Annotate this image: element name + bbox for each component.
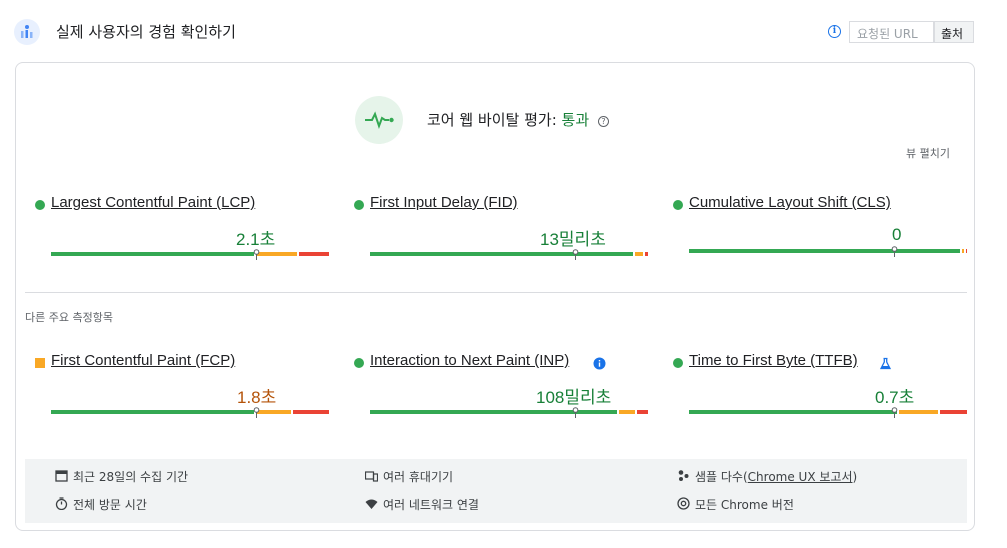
page-title: 실제 사용자의 경험 확인하기 xyxy=(56,23,236,41)
needs-improvement-segment xyxy=(962,249,964,253)
assessment-label: 코어 웹 바이탈 평가: xyxy=(427,111,557,129)
metric-ttfb: Time to First Byte (TTFB) 0.7초 xyxy=(673,352,967,418)
p75-marker xyxy=(572,403,579,418)
metric-name-link[interactable]: Time to First Byte (TTFB) xyxy=(689,352,858,369)
good-segment xyxy=(370,252,634,256)
good-segment xyxy=(51,252,254,256)
poor-segment xyxy=(298,252,329,256)
distribution-bar xyxy=(51,407,329,418)
distribution-bar xyxy=(689,407,967,418)
metric-inp: Interaction to Next Paint (INP) 108밀리초 xyxy=(354,352,648,418)
collection-info: 최근 28일의 수집 기간 여러 휴대기기 샘플 다수(Chrome UX 보고… xyxy=(25,459,967,523)
wifi-icon xyxy=(365,497,378,510)
status-dot xyxy=(35,200,45,210)
needs-improvement-segment xyxy=(255,252,297,256)
section-divider xyxy=(25,292,967,293)
metric-name-link[interactable]: First Input Delay (FID) xyxy=(370,194,518,211)
metric-name-link[interactable]: First Contentful Paint (FCP) xyxy=(51,352,235,369)
metric-name-link[interactable]: Cumulative Layout Shift (CLS) xyxy=(689,194,891,211)
other-metrics-heading: 다른 주요 측정항목 xyxy=(25,311,113,324)
good-segment xyxy=(689,249,961,253)
help-icon[interactable]: ? xyxy=(597,116,609,127)
metric-name-link[interactable]: Largest Contentful Paint (LCP) xyxy=(51,194,255,211)
pulse-icon xyxy=(355,96,403,144)
tab-requested-url[interactable]: 요청된 URL xyxy=(849,21,934,43)
info-icon[interactable]: i xyxy=(828,25,841,38)
calendar-icon xyxy=(55,469,68,482)
expand-view-button[interactable]: 뷰 펼치기 xyxy=(906,145,950,161)
distribution-bar xyxy=(370,407,648,418)
needs-improvement-segment xyxy=(899,410,938,414)
p75-marker xyxy=(891,403,898,418)
poor-segment xyxy=(645,252,648,256)
status-dot xyxy=(673,358,683,368)
flask-icon[interactable] xyxy=(879,355,892,370)
good-segment xyxy=(689,410,898,414)
chrome-icon xyxy=(677,497,690,510)
report-header: 실제 사용자의 경험 확인하기 i 요청된 URL 출처 xyxy=(0,0,1007,62)
status-square xyxy=(35,358,45,368)
distribution-bar xyxy=(51,249,329,260)
crux-logo-icon xyxy=(14,19,40,45)
distribution-bar xyxy=(689,246,967,257)
metric-name-link[interactable]: Interaction to Next Paint (INP) xyxy=(370,352,569,369)
poor-segment xyxy=(965,249,967,253)
poor-segment xyxy=(939,410,967,414)
good-segment xyxy=(370,410,617,414)
needs-improvement-segment xyxy=(618,410,636,414)
users-icon xyxy=(677,469,690,482)
status-dot xyxy=(673,200,683,210)
cwv-assessment: 코어 웹 바이탈 평가: 통과 ? xyxy=(427,109,609,130)
assessment-result: 통과 xyxy=(561,111,590,129)
distribution-bar xyxy=(370,249,648,260)
metric-fid: First Input Delay (FID) 13밀리초 xyxy=(354,194,648,260)
p75-marker xyxy=(253,403,260,418)
poor-segment xyxy=(293,410,329,414)
needs-improvement-segment xyxy=(255,410,292,414)
status-dot xyxy=(354,358,364,368)
metric-fcp: First Contentful Paint (FCP) 1.8초 xyxy=(35,352,329,418)
needs-improvement-segment xyxy=(635,252,644,256)
crux-report-link[interactable]: Chrome UX 보고서 xyxy=(748,470,853,484)
metric-cls: Cumulative Layout Shift (CLS) 0 xyxy=(673,194,967,257)
poor-segment xyxy=(637,410,648,414)
status-dot xyxy=(354,200,364,210)
field-data-card: 코어 웹 바이탈 평가: 통과 ? 뷰 펼치기 Largest Contentf… xyxy=(15,62,975,531)
metric-lcp: Largest Contentful Paint (LCP) 2.1초 xyxy=(35,194,329,260)
good-segment xyxy=(51,410,254,414)
timer-icon xyxy=(55,497,68,511)
info-icon[interactable] xyxy=(593,355,606,370)
p75-marker xyxy=(253,245,260,260)
p75-marker xyxy=(572,245,579,260)
devices-icon xyxy=(364,469,379,482)
p75-marker xyxy=(891,242,898,257)
tab-origin[interactable]: 출처 xyxy=(934,21,974,43)
